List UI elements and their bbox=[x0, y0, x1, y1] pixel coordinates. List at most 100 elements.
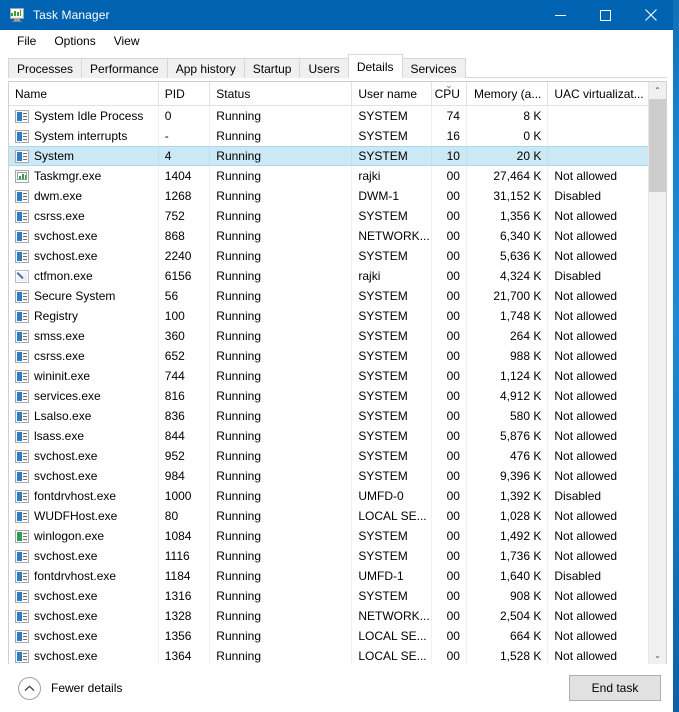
cell-user-name: SYSTEM bbox=[352, 146, 432, 166]
table-row[interactable]: System interrupts - Running SYSTEM 16 0 K bbox=[9, 126, 648, 146]
tab-users[interactable]: Users bbox=[299, 58, 349, 78]
cell-status: Running bbox=[210, 126, 353, 146]
table-row[interactable]: services.exe 816 Running SYSTEM 00 4,912 K Not… bbox=[9, 386, 648, 406]
minimize-button[interactable] bbox=[538, 0, 583, 30]
process-icon bbox=[15, 189, 29, 203]
fewer-details-label: Fewer details bbox=[51, 681, 123, 695]
table-row[interactable]: wininit.exe 744 Running SYSTEM 00 1,124 K Not … bbox=[9, 366, 648, 386]
table-row[interactable]: Lsalso.exe 836 Running SYSTEM 00 580 K Not all… bbox=[9, 406, 648, 426]
fewer-details-button[interactable]: Fewer details bbox=[18, 676, 569, 700]
cell-name: Registry bbox=[9, 306, 159, 326]
table-row[interactable]: WUDFHost.exe 80 Running LOCAL SE... 00 1,028 … bbox=[9, 506, 648, 526]
process-name-label: fontdrvhost.exe bbox=[34, 489, 117, 503]
column-header-name[interactable]: Name bbox=[9, 82, 159, 105]
table-row[interactable]: svchost.exe 1356 Running LOCAL SE... 00 664 K… bbox=[9, 626, 648, 646]
cell-name: lsass.exe bbox=[9, 426, 159, 446]
cell-name: svchost.exe bbox=[9, 466, 159, 486]
tab-services[interactable]: Services bbox=[401, 58, 466, 78]
cell-status: Running bbox=[210, 106, 353, 126]
tab-details[interactable]: Details bbox=[347, 54, 403, 78]
table-row[interactable]: fontdrvhost.exe 1000 Running UMFD-0 00 1,392 … bbox=[9, 486, 648, 506]
menu-item-file[interactable]: File bbox=[8, 32, 45, 52]
table-row[interactable]: Registry 100 Running SYSTEM 00 1,748 K Not all… bbox=[9, 306, 648, 326]
tab-startup[interactable]: Startup bbox=[243, 58, 301, 78]
table-row[interactable]: svchost.exe 1364 Running LOCAL SE... 00 1,528… bbox=[9, 646, 648, 664]
end-task-button[interactable]: End task bbox=[569, 675, 661, 701]
column-header-cpu[interactable]: ⌄ CPU bbox=[432, 82, 467, 105]
table-row[interactable]: Taskmgr.exe 1404 Running rajki 00 27,464 K Not… bbox=[9, 166, 648, 186]
cell-cpu: 00 bbox=[432, 286, 467, 306]
cell-memory: 31,152 K bbox=[467, 186, 549, 206]
menu-item-options[interactable]: Options bbox=[45, 32, 104, 52]
cell-status: Running bbox=[210, 206, 353, 226]
cell-name: Lsalso.exe bbox=[9, 406, 159, 426]
scrollbar-thumb[interactable] bbox=[649, 99, 666, 192]
cell-pid: 100 bbox=[159, 306, 211, 326]
cell-uac-virtualization: Disabled bbox=[554, 269, 602, 283]
cell-name: svchost.exe bbox=[9, 626, 159, 646]
cell-uac-virtualization: Disabled bbox=[554, 489, 602, 503]
column-header-memory[interactable]: Memory (a... bbox=[467, 82, 549, 105]
table-row[interactable]: csrss.exe 752 Running SYSTEM 00 1,356 K Not al… bbox=[9, 206, 648, 226]
cell-status: Running bbox=[210, 326, 353, 346]
cell-uac-virtualization: Not allowed bbox=[554, 249, 618, 263]
scroll-up-button[interactable]: ⌃ bbox=[649, 82, 666, 99]
table-row[interactable]: dwm.exe 1268 Running DWM-1 00 31,152 K Disable… bbox=[9, 186, 648, 206]
table-row[interactable]: svchost.exe 952 Running SYSTEM 00 476 K Not al… bbox=[9, 446, 648, 466]
table-row[interactable]: svchost.exe 1328 Running NETWORK... 00 2,504 … bbox=[9, 606, 648, 626]
cell-status: Running bbox=[210, 566, 353, 586]
cell-user-name: SYSTEM bbox=[352, 386, 432, 406]
cell-cpu: 00 bbox=[432, 206, 467, 226]
table-row[interactable]: svchost.exe 868 Running NETWORK... 00 6,340 K… bbox=[9, 226, 648, 246]
process-name-label: services.exe bbox=[34, 389, 101, 403]
column-header-uac-virtualization[interactable]: UAC virtualizat... bbox=[548, 82, 648, 105]
cell-uac-virtualization: Not allowed bbox=[554, 529, 618, 543]
table-row[interactable]: Secure System 56 Running SYSTEM 00 21,700 K No… bbox=[9, 286, 648, 306]
cell-cpu: 00 bbox=[432, 366, 467, 386]
maximize-button[interactable] bbox=[583, 0, 628, 30]
cell-status: Running bbox=[210, 526, 353, 546]
cell-cpu: 00 bbox=[432, 566, 467, 586]
table-row[interactable]: svchost.exe 2240 Running SYSTEM 00 5,636 K Not… bbox=[9, 246, 648, 266]
table-row[interactable]: lsass.exe 844 Running SYSTEM 00 5,876 K Not al… bbox=[9, 426, 648, 446]
column-header-status[interactable]: Status bbox=[210, 82, 353, 105]
cell-memory: 1,748 K bbox=[467, 306, 549, 326]
table-row[interactable]: winlogon.exe 1084 Running SYSTEM 00 1,492 K No… bbox=[9, 526, 648, 546]
cell-status: Running bbox=[210, 166, 353, 186]
process-list: Name PID Status User name ⌄ CPU Memory (… bbox=[8, 81, 667, 664]
tab-app-history[interactable]: App history bbox=[166, 58, 245, 78]
tab-performance[interactable]: Performance bbox=[81, 58, 168, 78]
process-name-label: System bbox=[34, 149, 75, 163]
cell-status: Running bbox=[210, 226, 353, 246]
scrollbar-track[interactable] bbox=[649, 99, 666, 647]
table-row[interactable]: csrss.exe 652 Running SYSTEM 00 988 K Not allo… bbox=[9, 346, 648, 366]
tab-processes[interactable]: Processes bbox=[8, 58, 83, 78]
cell-cpu: 00 bbox=[432, 606, 467, 626]
cell-uac-virtualization: Not allowed bbox=[554, 389, 618, 403]
process-name-label: svchost.exe bbox=[34, 549, 98, 563]
cell-user-name: SYSTEM bbox=[352, 586, 432, 606]
table-row[interactable]: smss.exe 360 Running SYSTEM 00 264 K Not allow… bbox=[9, 326, 648, 346]
cell-memory: 8 K bbox=[467, 106, 549, 126]
cell-cpu: 00 bbox=[432, 386, 467, 406]
column-header-user-name[interactable]: User name bbox=[352, 82, 432, 105]
table-row[interactable]: System Idle Process 0 Running SYSTEM 74 8 K bbox=[9, 106, 648, 126]
table-row[interactable]: fontdrvhost.exe 1184 Running UMFD-1 00 1,640 … bbox=[9, 566, 648, 586]
table-row[interactable]: System 4 Running SYSTEM 10 20 K bbox=[9, 146, 648, 166]
scroll-down-button[interactable]: ⌄ bbox=[649, 647, 666, 664]
vertical-scrollbar[interactable]: ⌃ ⌄ bbox=[648, 82, 666, 664]
table-row[interactable]: ctfmon.exe 6156 Running rajki 00 4,324 K Disab… bbox=[9, 266, 648, 286]
menu-item-view[interactable]: View bbox=[105, 32, 149, 52]
close-button[interactable] bbox=[628, 0, 673, 30]
cell-uac-virtualization: Not allowed bbox=[554, 349, 618, 363]
process-name-label: WUDFHost.exe bbox=[34, 509, 118, 523]
table-row[interactable]: svchost.exe 1316 Running SYSTEM 00 908 K Not a… bbox=[9, 586, 648, 606]
cell-uac-virtualization: Disabled bbox=[554, 569, 602, 583]
cell-cpu: 00 bbox=[432, 526, 467, 546]
table-row[interactable]: svchost.exe 984 Running SYSTEM 00 9,396 K Not … bbox=[9, 466, 648, 486]
process-icon bbox=[15, 209, 29, 223]
cell-memory: 1,124 K bbox=[467, 366, 549, 386]
table-row[interactable]: svchost.exe 1116 Running SYSTEM 00 1,736 K Not… bbox=[9, 546, 648, 566]
column-header-pid[interactable]: PID bbox=[159, 82, 211, 105]
title-bar[interactable]: Task Manager bbox=[0, 0, 673, 30]
